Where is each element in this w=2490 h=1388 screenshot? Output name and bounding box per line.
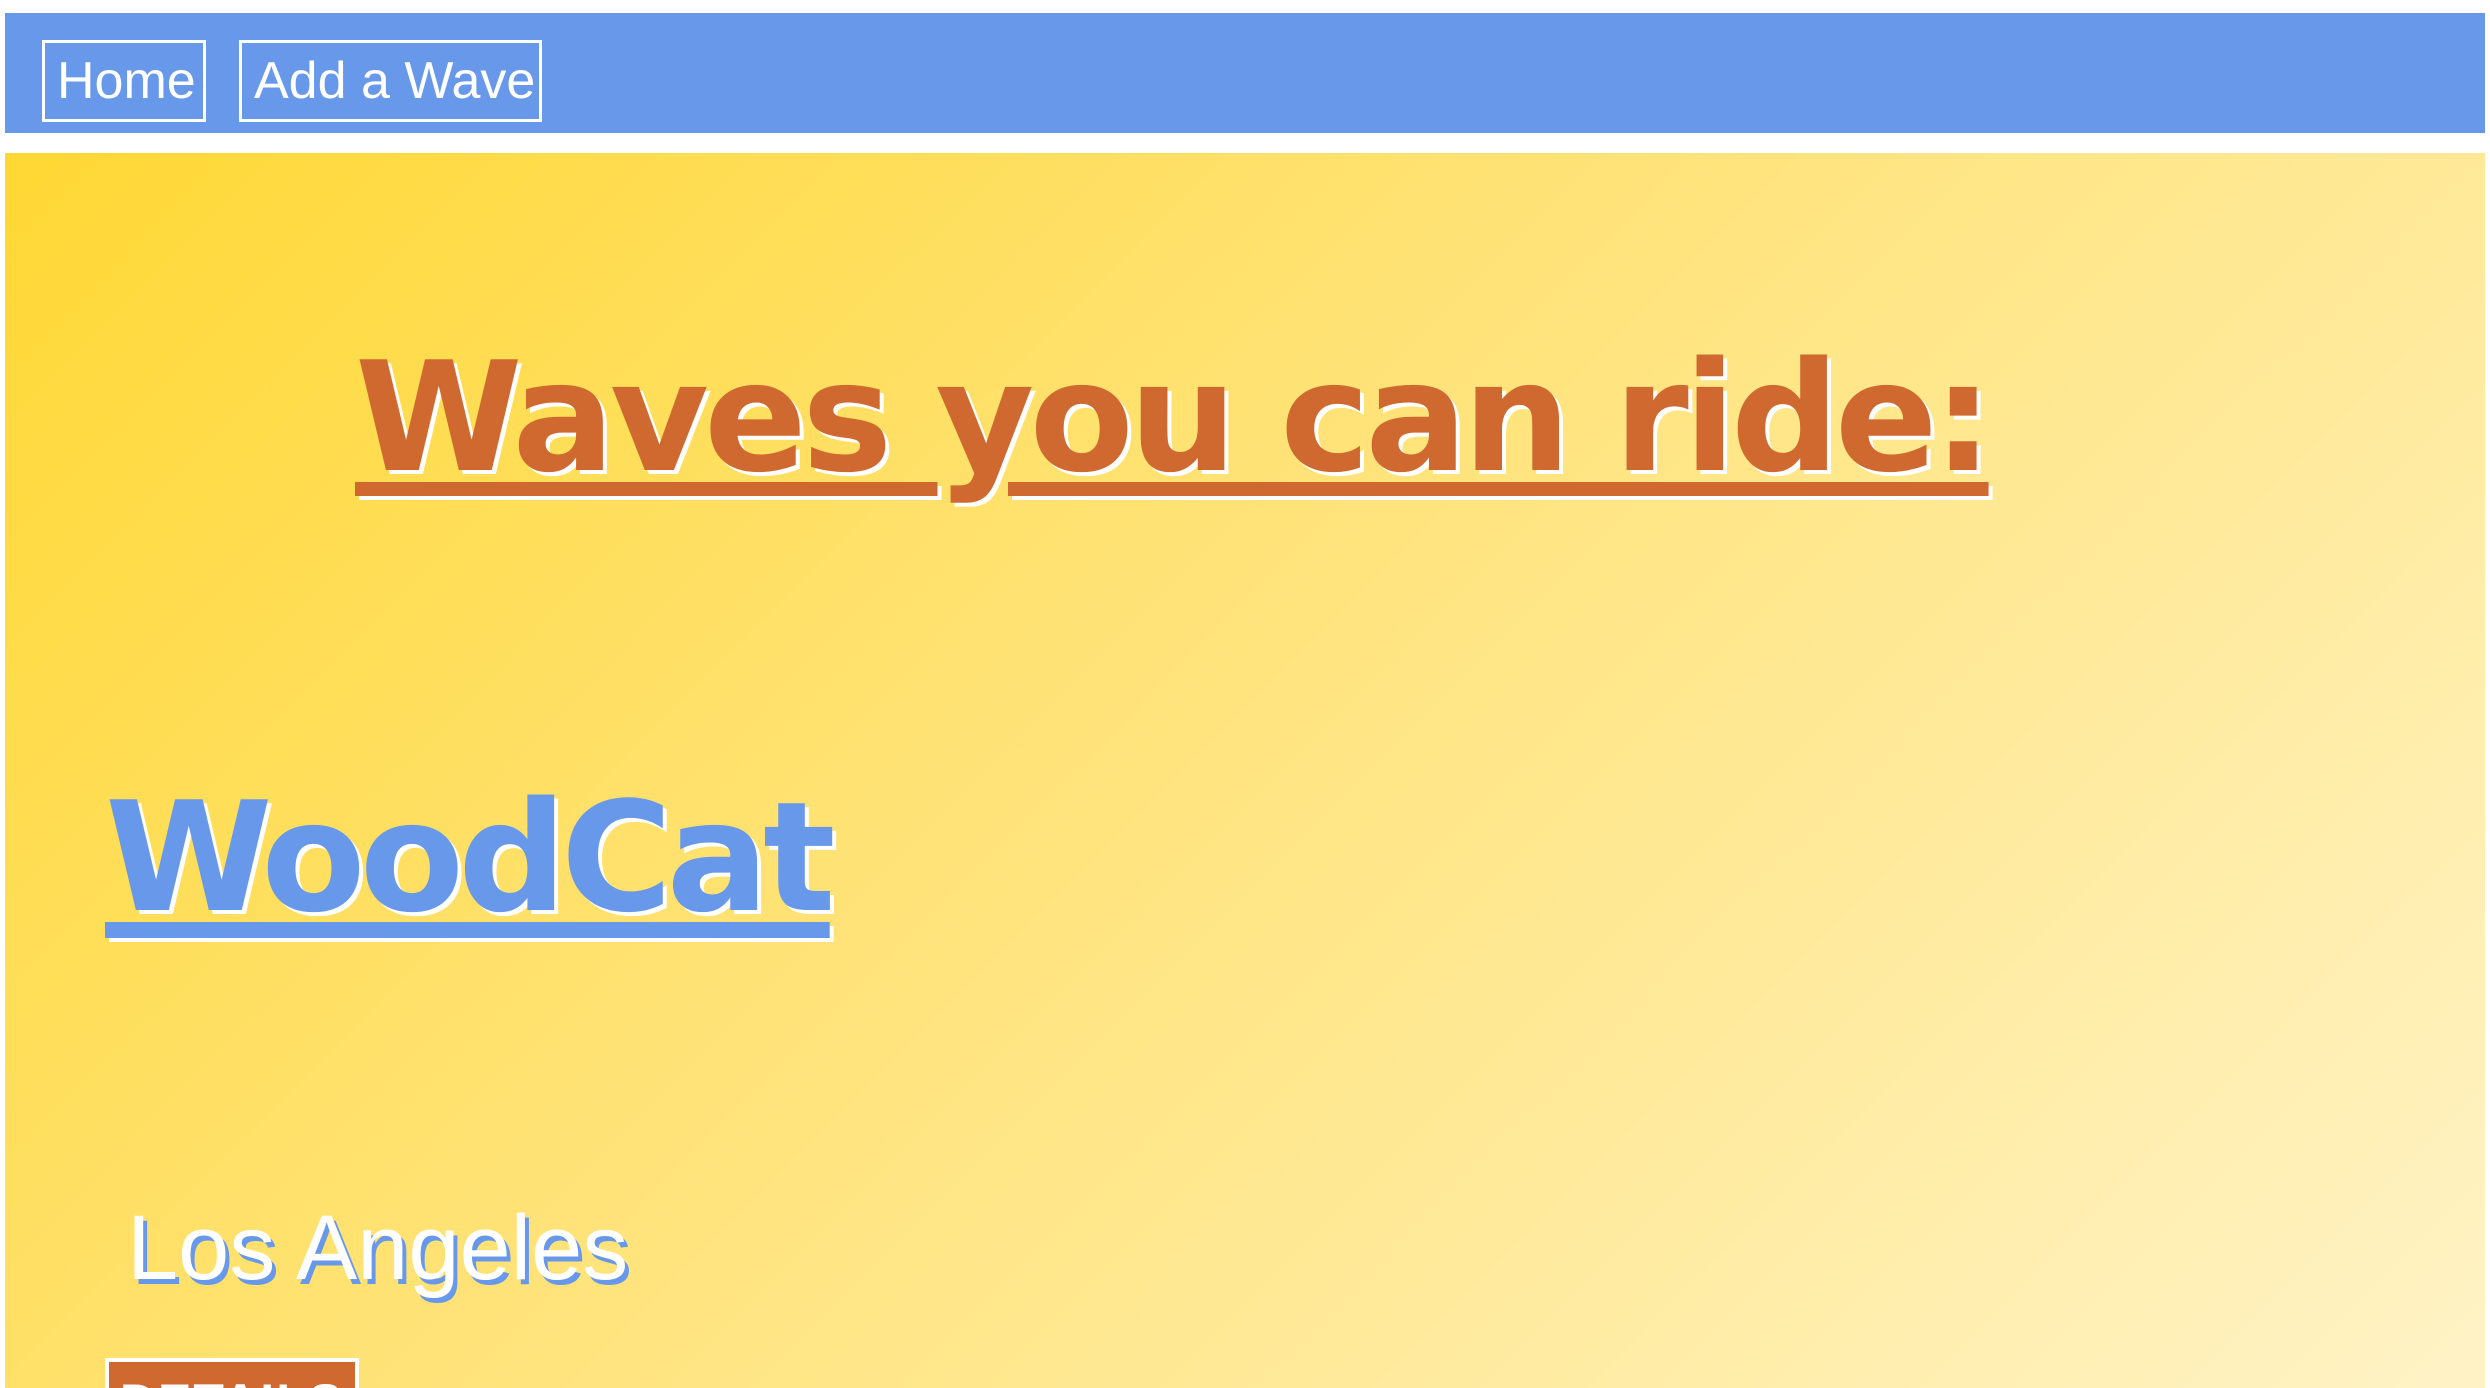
nav-add-wave-link[interactable]: Add a Wave (239, 40, 542, 122)
wave-name-link[interactable]: WoodCat (105, 768, 836, 948)
waves-list-page: Waves you can ride: WoodCat Los Angeles … (5, 153, 2485, 1388)
details-button[interactable]: DETAILS (105, 1358, 359, 1388)
page-title: Waves you can ride: (355, 329, 1994, 506)
wave-location: Los Angeles (127, 1197, 629, 1299)
nav-home-link[interactable]: Home (42, 40, 206, 122)
top-navbar: Home Add a Wave (5, 13, 2485, 133)
